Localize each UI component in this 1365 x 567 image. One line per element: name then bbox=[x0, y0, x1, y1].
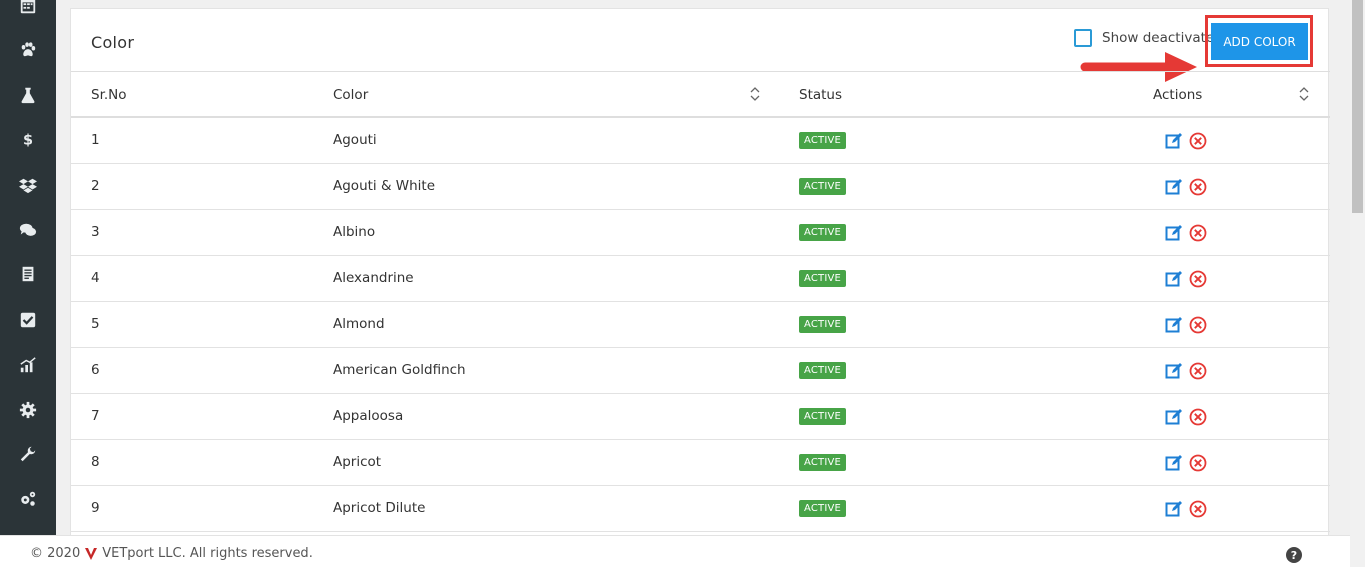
cell-color: Agouti bbox=[333, 132, 377, 148]
wrench-icon[interactable] bbox=[0, 442, 56, 466]
row-actions bbox=[1165, 132, 1207, 150]
table-header: Sr.No Color Status Actions bbox=[71, 71, 1330, 118]
edit-icon[interactable] bbox=[1165, 224, 1183, 242]
table-body: 1 Agouti ACTIVE 2 Agouti & White ACTIVE … bbox=[71, 118, 1330, 532]
delete-icon[interactable] bbox=[1189, 454, 1207, 472]
cell-color: Almond bbox=[333, 316, 385, 332]
company-name: VETport LLC. All rights reserved. bbox=[102, 546, 313, 561]
delete-icon[interactable] bbox=[1189, 178, 1207, 196]
cell-srno: 5 bbox=[91, 316, 100, 332]
paw-icon[interactable] bbox=[0, 38, 56, 62]
cell-srno: 9 bbox=[91, 500, 100, 516]
delete-icon[interactable] bbox=[1189, 408, 1207, 426]
edit-icon[interactable] bbox=[1165, 362, 1183, 380]
status-badge: ACTIVE bbox=[799, 362, 847, 379]
cell-srno: 6 bbox=[91, 362, 100, 378]
edit-icon[interactable] bbox=[1165, 270, 1183, 288]
sort-actions-icon[interactable] bbox=[1299, 86, 1309, 102]
ledger-icon[interactable] bbox=[0, 262, 56, 286]
svg-text:$: $ bbox=[23, 132, 33, 148]
flask-icon[interactable] bbox=[0, 83, 56, 107]
edit-icon[interactable] bbox=[1165, 132, 1183, 150]
header-actions[interactable]: Actions bbox=[1153, 87, 1202, 103]
calendar-icon[interactable] bbox=[0, 0, 56, 18]
status-badge: ACTIVE bbox=[799, 224, 847, 241]
cell-color: Apricot Dilute bbox=[333, 500, 426, 516]
delete-icon[interactable] bbox=[1189, 500, 1207, 518]
gears-icon[interactable] bbox=[0, 487, 56, 511]
row-actions bbox=[1165, 454, 1207, 472]
row-actions bbox=[1165, 500, 1207, 518]
status-badge: ACTIVE bbox=[799, 270, 847, 287]
delete-icon[interactable] bbox=[1189, 316, 1207, 334]
table-row: 6 American Goldfinch ACTIVE bbox=[71, 348, 1330, 394]
chart-icon[interactable] bbox=[0, 353, 56, 377]
row-actions bbox=[1165, 270, 1207, 288]
gear-icon[interactable] bbox=[0, 398, 56, 422]
dollar-icon[interactable]: $ bbox=[0, 127, 56, 151]
highlight-box bbox=[1205, 15, 1313, 67]
header-srno[interactable]: Sr.No bbox=[91, 87, 127, 103]
sidebar: $ bbox=[0, 0, 56, 535]
footer-copyright: © 2020 VETport LLC. All rights reserved. bbox=[30, 546, 313, 561]
edit-icon[interactable] bbox=[1165, 454, 1183, 472]
page-title: Color bbox=[91, 33, 135, 52]
header-status[interactable]: Status bbox=[799, 87, 842, 103]
cell-color: Apricot bbox=[333, 454, 382, 470]
table-row: 5 Almond ACTIVE bbox=[71, 302, 1330, 348]
row-actions bbox=[1165, 408, 1207, 426]
table-row: 7 Appaloosa ACTIVE bbox=[71, 394, 1330, 440]
table-row: 9 Apricot Dilute ACTIVE bbox=[71, 486, 1330, 532]
header-color[interactable]: Color bbox=[333, 87, 368, 103]
edit-icon[interactable] bbox=[1165, 500, 1183, 518]
row-actions bbox=[1165, 316, 1207, 334]
cell-srno: 4 bbox=[91, 270, 100, 286]
delete-icon[interactable] bbox=[1189, 132, 1207, 150]
cell-srno: 1 bbox=[91, 132, 100, 148]
scrollbar[interactable] bbox=[1350, 0, 1365, 567]
chat-icon[interactable] bbox=[0, 218, 56, 242]
table-row: 8 Apricot ACTIVE bbox=[71, 440, 1330, 486]
row-actions bbox=[1165, 224, 1207, 242]
sort-color-icon[interactable] bbox=[750, 86, 760, 102]
table-row: 1 Agouti ACTIVE bbox=[71, 118, 1330, 164]
dropbox-icon[interactable] bbox=[0, 173, 56, 197]
vetport-logo-icon bbox=[85, 547, 98, 560]
show-deactivated-checkbox[interactable] bbox=[1074, 29, 1092, 47]
status-badge: ACTIVE bbox=[799, 132, 847, 149]
table-row: 4 Alexandrine ACTIVE bbox=[71, 256, 1330, 302]
scrollbar-thumb[interactable] bbox=[1352, 0, 1363, 213]
row-actions bbox=[1165, 362, 1207, 380]
status-badge: ACTIVE bbox=[799, 316, 847, 333]
show-deactivated-toggle[interactable]: Show deactivated bbox=[1074, 29, 1223, 47]
cell-color: Alexandrine bbox=[333, 270, 414, 286]
table-row: 3 Albino ACTIVE bbox=[71, 210, 1330, 256]
cell-color: Appaloosa bbox=[333, 408, 404, 424]
status-badge: ACTIVE bbox=[799, 408, 847, 425]
cell-color: American Goldfinch bbox=[333, 362, 466, 378]
cell-color: Agouti & White bbox=[333, 178, 436, 194]
cell-srno: 3 bbox=[91, 224, 100, 240]
checkbox-icon[interactable] bbox=[0, 308, 56, 332]
color-card: Color Show deactivated ADD COLOR Sr.No C… bbox=[70, 8, 1330, 548]
cell-srno: 8 bbox=[91, 454, 100, 470]
cell-srno: 2 bbox=[91, 178, 100, 194]
delete-icon[interactable] bbox=[1189, 224, 1207, 242]
status-badge: ACTIVE bbox=[799, 178, 847, 195]
copyright-year: © 2020 bbox=[30, 546, 81, 561]
help-icon[interactable]: ? bbox=[1286, 547, 1302, 563]
status-badge: ACTIVE bbox=[799, 500, 847, 517]
cell-color: Albino bbox=[333, 224, 376, 240]
delete-icon[interactable] bbox=[1189, 362, 1207, 380]
row-actions bbox=[1165, 178, 1207, 196]
table-row: 2 Agouti & White ACTIVE bbox=[71, 164, 1330, 210]
delete-icon[interactable] bbox=[1189, 270, 1207, 288]
edit-icon[interactable] bbox=[1165, 408, 1183, 426]
cell-srno: 7 bbox=[91, 408, 100, 424]
edit-icon[interactable] bbox=[1165, 178, 1183, 196]
footer: © 2020 VETport LLC. All rights reserved.… bbox=[0, 535, 1350, 567]
status-badge: ACTIVE bbox=[799, 454, 847, 471]
edit-icon[interactable] bbox=[1165, 316, 1183, 334]
